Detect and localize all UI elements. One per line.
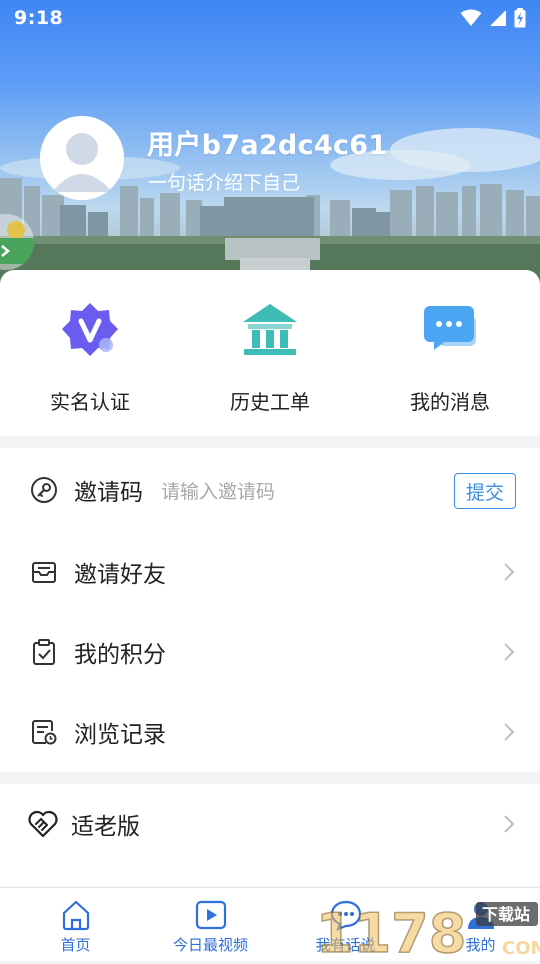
default-avatar-icon [40,116,124,200]
handshake-heart-icon [27,808,59,840]
wifi-icon [460,9,482,26]
play-icon [194,898,228,932]
menu-item-browse-history[interactable]: 浏览记录 [0,692,540,772]
menu-item-my-points[interactable]: 我的积分 [0,612,540,692]
quick-action-verify[interactable]: 实名认证 [0,300,180,420]
menu-item-label: 我的积分 [74,642,166,668]
nav-label: 首页 [60,936,91,954]
quick-actions-card: 实名认证 历史工单 我的消息 [0,270,540,436]
chevron-right-icon [504,563,515,581]
bio-text[interactable]: 一句话介绍下自己 [148,168,300,195]
quick-action-label: 历史工单 [230,390,310,414]
clipboard-check-icon [30,638,58,666]
chevron-right-icon [504,815,515,833]
chevron-right-icon [504,723,515,741]
invite-code-input[interactable]: 请输入邀请码 [161,477,275,504]
chat-bubble-icon [420,300,480,360]
status-time: 9:18 [14,7,64,29]
verified-v-badge-icon [60,300,120,360]
battery-charging-icon [514,8,526,28]
inbox-icon [30,558,58,586]
key-circle-icon [30,476,58,504]
quick-action-messages[interactable]: 我的消息 [360,300,540,420]
quick-action-label: 我的消息 [410,390,490,414]
home-icon [59,898,93,932]
nav-label: 我有话说 [315,936,376,954]
username[interactable]: 用户b7a2dc4c61 [147,123,387,162]
nav-today-video[interactable]: 今日最视频 [143,898,278,958]
person-icon [464,898,498,932]
nav-speak-up[interactable]: 我有话说 [278,898,413,958]
menu-item-label: 适老版 [71,814,140,840]
profile-header: 9:18 用户b7a2dc4c61 一句话介绍下自己 [0,0,540,290]
submit-invite-code-button[interactable]: 提交 [454,473,516,509]
quick-action-history-orders[interactable]: 历史工单 [180,300,360,420]
elder-mode-card: 适老版 [0,784,540,886]
history-document-icon [30,718,58,746]
invite-code-row: 邀请码 请输入邀请码 提交 [0,450,540,530]
menu-item-label: 浏览记录 [74,722,166,748]
menu-item-invite-friends[interactable]: 邀请好友 [0,532,540,612]
chevron-right-icon [504,643,515,661]
nav-label: 我的 [465,936,496,954]
invite-code-label: 邀请码 [74,480,143,506]
nav-mine[interactable]: 我的 [413,898,540,958]
speech-bubble-icon [329,898,363,932]
nav-home[interactable]: 首页 [8,898,143,958]
bottom-navigation: 首页 今日最视频 我有话说 我的 [0,887,540,961]
status-bar: 9:18 [0,0,540,36]
menu-item-label: 邀请好友 [74,562,166,588]
avatar[interactable] [40,116,124,200]
menu-item-elder-mode[interactable]: 适老版 [0,784,540,864]
menu-list-card: 邀请码 请输入邀请码 提交 邀请好友 我的积分 浏览记录 [0,448,540,772]
building-columns-icon [240,300,300,360]
quick-action-label: 实名认证 [50,390,130,414]
status-icons [460,8,526,28]
nav-label: 今日最视频 [172,936,248,954]
signal-icon [490,10,506,26]
